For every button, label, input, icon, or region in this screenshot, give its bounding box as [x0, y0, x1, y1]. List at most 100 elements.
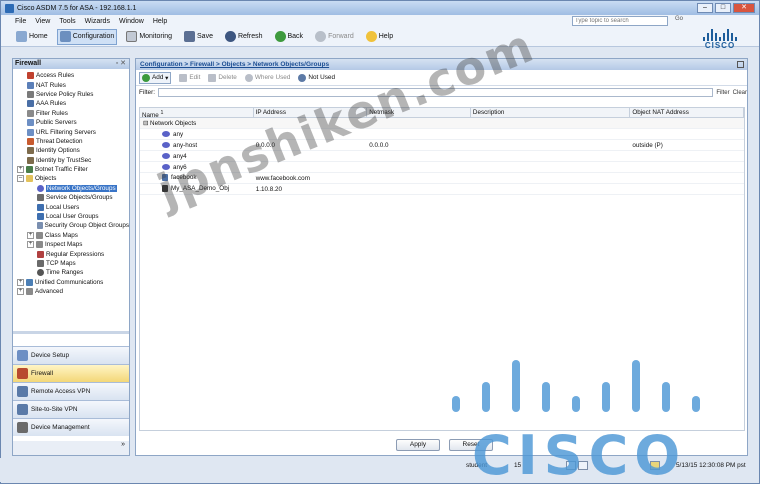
minimize-button[interactable]: –: [697, 3, 713, 13]
clear-button[interactable]: Clear: [733, 90, 747, 96]
menu-help[interactable]: Help: [153, 18, 167, 25]
tree-item-identity-trustsec[interactable]: Identity by TrustSec: [13, 156, 129, 165]
tree-item-unified-communications[interactable]: + Unified Communications: [13, 278, 129, 287]
tree-item-objects[interactable]: – Objects: [13, 174, 129, 183]
panel-splitter[interactable]: [13, 331, 129, 334]
network-object-icon: [162, 130, 170, 137]
expand-icon[interactable]: +: [17, 288, 24, 296]
home-label: Home: [29, 33, 48, 40]
group-label: ⊟ Network Objects: [143, 119, 197, 127]
filter-label: Filter:: [139, 89, 155, 96]
nav-device-setup[interactable]: Device Setup: [13, 346, 129, 364]
configuration-button[interactable]: Configuration: [56, 28, 118, 45]
help-button[interactable]: Help: [363, 29, 396, 45]
tree-item-filter-rules[interactable]: Filter Rules: [13, 109, 129, 118]
column-name[interactable]: Name 1: [140, 108, 254, 119]
tree-item-class-maps[interactable]: + Class Maps: [13, 231, 129, 240]
add-button[interactable]: Add ▾: [139, 71, 172, 84]
map-icon: [37, 260, 44, 267]
tree-item-aaa-rules[interactable]: AAA Rules: [13, 99, 129, 108]
nav-firewall[interactable]: Firewall: [13, 364, 129, 382]
refresh-button[interactable]: Refresh: [222, 29, 266, 45]
tree-item-threat-detection[interactable]: Threat Detection: [13, 137, 129, 146]
title-bar: Cisco ASDM 7.5 for ASA - 192.168.1.1 – □…: [1, 1, 759, 15]
tree-item-url-filtering-servers[interactable]: URL Filtering Servers: [13, 127, 129, 136]
tree-item-time-ranges[interactable]: Time Ranges: [13, 268, 129, 277]
back-button[interactable]: Back: [272, 29, 307, 45]
collapse-icon[interactable]: –: [17, 175, 24, 183]
edit-icon: [179, 73, 188, 82]
tree-item-nat-rules[interactable]: NAT Rules: [13, 80, 129, 89]
table-group-row[interactable]: ⊟ Network Objects: [140, 118, 744, 129]
tree-item-regular-expressions[interactable]: Regular Expressions: [13, 249, 129, 258]
save-button[interactable]: Save: [181, 29, 216, 45]
device-setup-icon: [17, 350, 28, 361]
forward-button[interactable]: Forward: [312, 29, 357, 45]
rules-icon: [27, 90, 34, 98]
tree-item-botnet-traffic-filter[interactable]: + Botnet Traffic Filter: [13, 165, 129, 174]
maximize-panel-icon[interactable]: [737, 61, 744, 68]
tree-item-local-users[interactable]: Local Users: [13, 202, 129, 211]
firewall-panel: Firewall ▫ ✕ Access Rules NAT Rules Serv…: [12, 58, 130, 456]
help-search-input[interactable]: [572, 16, 668, 26]
menu-wizards[interactable]: Wizards: [85, 18, 110, 25]
tree-item-local-user-groups[interactable]: Local User Groups: [13, 212, 129, 221]
search-icon: [298, 73, 307, 82]
nav-remote-access-vpn[interactable]: Remote Access VPN: [13, 382, 129, 400]
tree-item-security-group-object-groups[interactable]: Security Group Object Groups: [13, 221, 129, 230]
collapse-icon[interactable]: ⊟: [143, 120, 150, 127]
close-button[interactable]: ✕: [733, 3, 755, 13]
advanced-icon: [26, 288, 33, 296]
add-icon: [142, 73, 150, 82]
configuration-icon: [59, 31, 71, 42]
filter-button[interactable]: Filter: [716, 90, 729, 96]
maximize-button[interactable]: □: [715, 3, 731, 13]
tree-item-identity-options[interactable]: Identity Options: [13, 146, 129, 155]
nav-site-to-site-vpn[interactable]: Site-to-Site VPN: [13, 400, 129, 418]
cisco-logo-bars: [698, 29, 742, 41]
home-button[interactable]: Home: [13, 29, 51, 45]
panel-pin-icon[interactable]: ▫ ✕: [116, 59, 126, 69]
refresh-label: Refresh: [237, 33, 263, 40]
rules-icon: [27, 109, 34, 117]
back-label: Back: [287, 33, 304, 40]
phone-icon: [26, 278, 33, 286]
expand-icon[interactable]: +: [17, 278, 24, 286]
tree-item-access-rules[interactable]: Access Rules: [13, 71, 129, 80]
home-icon: [16, 31, 27, 42]
where-used-button[interactable]: Where Used: [244, 73, 290, 82]
tree-item-advanced[interactable]: + Advanced: [13, 287, 129, 296]
column-description[interactable]: Description: [471, 108, 631, 117]
delete-button[interactable]: Delete: [208, 73, 237, 82]
expand-icon[interactable]: +: [27, 231, 34, 239]
expand-icon[interactable]: +: [27, 241, 34, 249]
column-object-nat-address[interactable]: Object NAT Address: [630, 108, 744, 117]
tree-item-inspect-maps[interactable]: + Inspect Maps: [13, 240, 129, 249]
monitoring-button[interactable]: Monitoring: [123, 29, 175, 45]
clock-icon: [37, 269, 44, 277]
security-group-icon: [37, 222, 43, 230]
menu-window[interactable]: Window: [119, 18, 144, 25]
menu-view[interactable]: View: [35, 18, 50, 25]
expand-icon[interactable]: +: [17, 166, 24, 174]
configure-buttons-icon[interactable]: »: [13, 441, 129, 455]
tree-item-service-objects-groups[interactable]: Service Objects/Groups: [13, 193, 129, 202]
apply-button[interactable]: Apply: [396, 439, 440, 451]
menu-file[interactable]: File: [15, 18, 26, 25]
nav-device-management[interactable]: Device Management: [13, 418, 129, 436]
edit-button[interactable]: Edit: [179, 73, 200, 82]
menu-tools[interactable]: Tools: [59, 18, 75, 25]
go-button[interactable]: Go: [675, 16, 683, 22]
tree-item-network-objects-groups[interactable]: Network Objects/Groups: [13, 184, 129, 193]
not-used-button[interactable]: Not Used: [298, 73, 335, 82]
panel-header: Firewall ▫ ✕: [13, 59, 129, 69]
server-icon: [27, 128, 34, 136]
tree-item-service-policy-rules[interactable]: Service Policy Rules: [13, 90, 129, 99]
menu-bar: File View Tools Wizards Window Help Go: [1, 15, 759, 27]
tree-item-public-servers[interactable]: Public Servers: [13, 118, 129, 127]
tree-item-tcp-maps[interactable]: TCP Maps: [13, 259, 129, 268]
save-icon: [184, 31, 196, 42]
monitoring-label: Monitoring: [139, 33, 173, 40]
rules-icon: [27, 72, 34, 80]
help-icon: [365, 31, 377, 42]
